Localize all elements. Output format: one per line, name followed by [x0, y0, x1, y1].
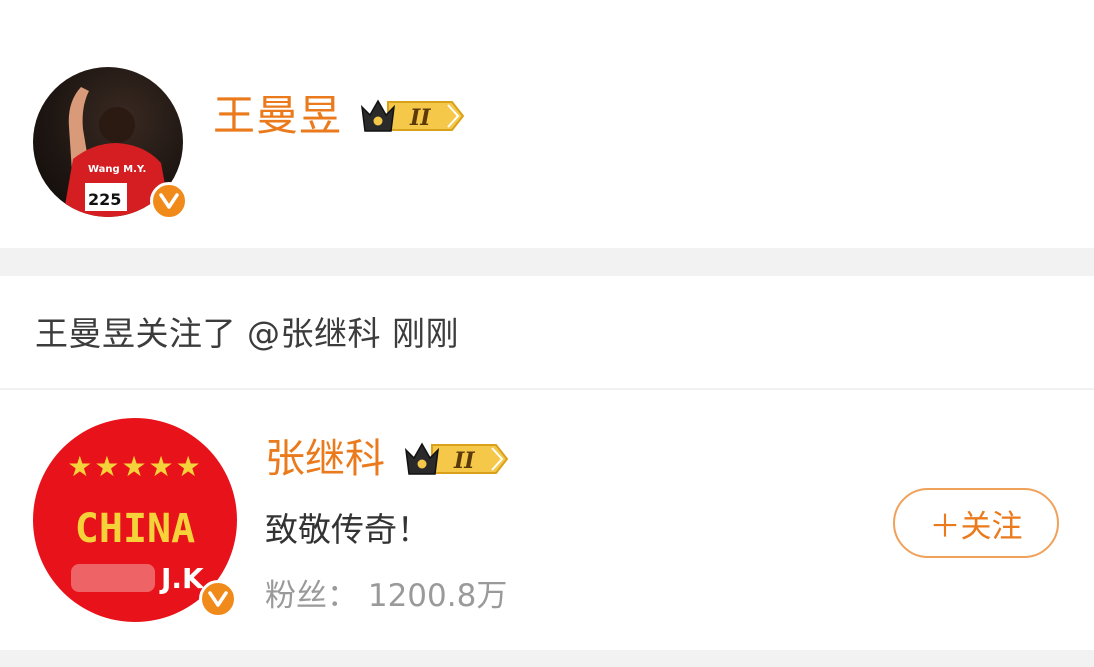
- level-badge-text: II: [453, 448, 475, 474]
- verified-badge-icon: [150, 182, 188, 220]
- section-divider: [0, 650, 1094, 667]
- follow-button[interactable]: ＋关注: [893, 488, 1059, 558]
- level-badge-text: II: [409, 105, 431, 131]
- blurred-region: [71, 564, 155, 592]
- initials: J.K: [159, 562, 205, 595]
- follow-activity-text: 王曼昱关注了 @张继科 刚刚: [35, 314, 459, 353]
- section-divider: [0, 248, 1094, 276]
- bib-number: 225: [88, 190, 121, 209]
- divider-line: [0, 388, 1094, 390]
- weibo-page: Wang M.Y. 225 王曼昱 II 王曼昱关注了 @张继科 刚刚 ★★★★: [0, 0, 1094, 667]
- profile-header: Wang M.Y. 225 王曼昱 II: [0, 0, 1094, 248]
- check-v-icon: [208, 591, 228, 607]
- stars-row: ★★★★★: [67, 450, 203, 483]
- vip-crown-level-icon[interactable]: II: [358, 95, 466, 137]
- profile-user-name[interactable]: 王曼昱: [213, 90, 342, 142]
- china-word: CHINA: [75, 506, 195, 552]
- followed-user-bio: 致敬传奇！: [265, 510, 430, 549]
- followed-user-name[interactable]: 张继科: [265, 434, 385, 484]
- followed-user-fans-count: 粉丝： 1200.8万: [265, 578, 508, 614]
- check-v-icon: [159, 193, 179, 209]
- jersey-name: Wang M.Y.: [88, 164, 146, 175]
- vip-crown-level-icon[interactable]: II: [402, 438, 510, 480]
- verified-badge-icon: [199, 580, 237, 618]
